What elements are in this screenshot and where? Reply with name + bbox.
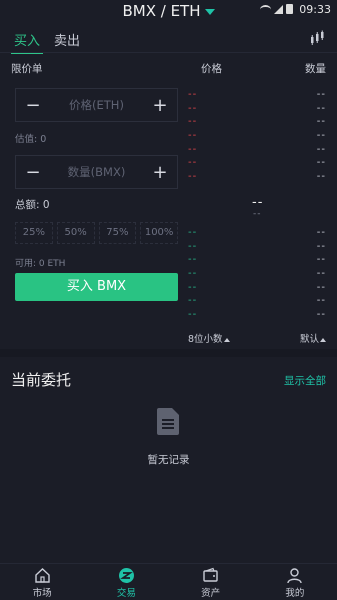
bid-qty: -- (316, 268, 326, 280)
empty-state-text: 暂无记录 (147, 454, 190, 466)
precision-selector[interactable]: 8位小数 (188, 331, 230, 345)
last-price-fiat: -- (253, 209, 262, 219)
percent-25-button[interactable]: 25% (15, 222, 53, 244)
current-orders-title: 当前委托 (11, 371, 72, 389)
nav-trade[interactable]: 交易 (84, 564, 168, 600)
caret-up-icon (320, 337, 326, 342)
wallet-icon (203, 567, 218, 582)
nav-profile-label: 我的 (285, 588, 305, 599)
kline-chart-icon[interactable] (309, 30, 325, 46)
ask-qty: -- (316, 116, 326, 128)
bid-quantities: -- -- -- -- -- -- -- (316, 227, 326, 324)
ask-qty: -- (316, 171, 326, 183)
available-balance: 可用: 0 ETH (15, 259, 66, 269)
bid-qty: -- (316, 281, 326, 293)
bid-price[interactable]: -- (188, 296, 197, 310)
tab-sell[interactable]: 卖出 (51, 30, 83, 54)
user-icon (287, 568, 303, 584)
percent-75-button[interactable]: 75% (98, 222, 137, 244)
ask-price[interactable]: -- (188, 171, 197, 186)
bid-price[interactable]: -- (188, 268, 197, 283)
price-input[interactable]: 价格(ETH) (50, 97, 143, 113)
price-decrease-button[interactable]: − (16, 95, 50, 116)
show-all-link[interactable]: 显示全部 (284, 373, 326, 388)
nav-market[interactable]: 市场 (0, 564, 84, 600)
bid-price[interactable]: -- (188, 309, 197, 324)
buy-button[interactable]: 买入 BMX (15, 273, 178, 301)
tab-buy[interactable]: 买入 (11, 30, 44, 54)
pair-title: BMX / ETH (122, 2, 201, 20)
ask-price[interactable]: -- (188, 103, 197, 118)
precision-label: 8位小数 (188, 334, 223, 345)
bid-qty: -- (316, 254, 326, 266)
percent-selector: 25% 50% 75% 100% (15, 222, 178, 244)
divider (0, 52, 337, 53)
qty-increase-button[interactable]: + (143, 162, 177, 183)
ask-qty: -- (316, 157, 326, 169)
caret-down-icon (204, 8, 215, 15)
nav-assets[interactable]: 资产 (169, 564, 253, 600)
bid-price[interactable]: -- (188, 282, 197, 297)
depth-mode-selector[interactable]: 默认 (300, 331, 326, 345)
estimate-value: 估值: 0 (15, 134, 47, 145)
trade-tabs: 买入 卖出 (11, 30, 83, 54)
ask-prices: -- -- -- -- -- -- -- (188, 89, 197, 186)
ask-price[interactable]: -- (188, 89, 197, 104)
ask-qty: -- (316, 130, 326, 142)
orderbook-qty-header: 数量 (305, 63, 326, 75)
ask-qty: -- (316, 89, 326, 100)
qty-decrease-button[interactable]: − (16, 162, 50, 183)
order-type-label[interactable]: 限价单 (11, 61, 43, 76)
bottom-nav: 市场 交易 资产 我的 (0, 563, 337, 600)
quantity-stepper: − 数量(BMX) + (15, 155, 178, 189)
percent-100-button[interactable]: 100% (140, 222, 178, 244)
trade-icon (118, 568, 134, 583)
document-icon (157, 408, 179, 435)
ask-qty: -- (316, 143, 326, 155)
bid-qty: -- (316, 240, 326, 252)
bid-price[interactable]: -- (188, 227, 197, 242)
nav-market-label: 市场 (32, 588, 52, 599)
depth-mode-label: 默认 (299, 334, 319, 345)
quantity-input[interactable]: 数量(BMX) (50, 164, 143, 180)
percent-50-button[interactable]: 50% (56, 222, 95, 244)
nav-profile[interactable]: 我的 (253, 564, 337, 600)
bid-price[interactable]: -- (188, 241, 197, 256)
bid-price[interactable]: -- (188, 255, 197, 269)
orderbook-price-header: 价格 (201, 63, 222, 75)
bid-qty: -- (316, 295, 326, 307)
total-value: 总额: 0 (15, 199, 50, 211)
bid-prices: -- -- -- -- -- -- -- (188, 227, 197, 324)
section-separator (0, 349, 337, 357)
bid-qty: -- (316, 227, 326, 238)
price-stepper: − 价格(ETH) + (15, 88, 178, 122)
nav-assets-label: 资产 (201, 588, 221, 599)
home-icon (34, 568, 50, 583)
caret-up-icon (223, 337, 230, 342)
ask-price[interactable]: -- (188, 117, 197, 131)
ask-price[interactable]: -- (188, 130, 197, 145)
pair-selector[interactable]: BMX / ETH (0, 2, 337, 20)
price-increase-button[interactable]: + (143, 95, 177, 116)
ask-price[interactable]: -- (188, 158, 197, 172)
ask-price[interactable]: -- (188, 144, 197, 159)
bid-qty: -- (316, 309, 326, 321)
last-price: -- (252, 195, 264, 210)
ask-qty: -- (316, 102, 326, 114)
ask-quantities: -- -- -- -- -- -- -- (316, 89, 326, 186)
nav-trade-label: 交易 (116, 588, 136, 599)
